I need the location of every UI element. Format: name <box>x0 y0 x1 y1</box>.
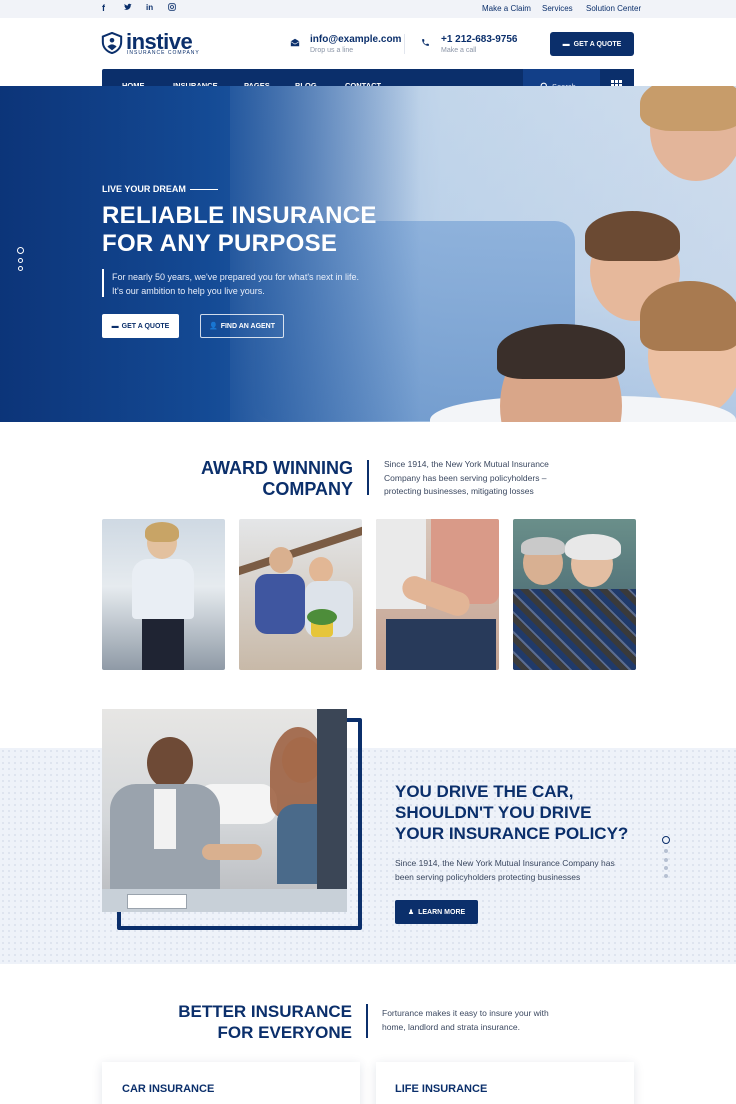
learn-more-label: LEARN MORE <box>418 908 466 916</box>
life-insurance-card[interactable]: LIFE INSURANCE <box>376 1062 634 1104</box>
photo-businesswoman[interactable] <box>102 519 225 670</box>
better-text: Forturance makes it easy to insure your … <box>382 1008 549 1032</box>
solution-center-link[interactable]: Solution Center <box>586 4 641 13</box>
better-title: BETTER INSURANCE FOR EVERYONE <box>178 1002 352 1042</box>
side-nav-dot-3[interactable] <box>664 858 668 862</box>
get-quote-button[interactable]: ▬ GET A QUOTE <box>550 32 634 56</box>
photo-handshake[interactable] <box>376 519 499 670</box>
drive-text: Since 1914, the New York Mutual Insuranc… <box>395 858 615 882</box>
services-link[interactable]: Services <box>542 4 573 13</box>
photo-family-house[interactable] <box>239 519 362 670</box>
learn-more-button[interactable]: ♟ LEARN MORE <box>395 900 478 924</box>
hero-title: RELIABLE INSURANCE FOR ANY PURPOSE <box>102 202 377 257</box>
logo-subtitle: INSURANCE COMPANY <box>127 50 200 56</box>
phone-number[interactable]: +1 212-683-9756 <box>441 34 517 45</box>
card-title: LIFE INSURANCE <box>395 1083 488 1095</box>
quote-icon: ▬ <box>111 322 119 330</box>
quote-icon: ▬ <box>562 40 570 48</box>
car-insurance-card[interactable]: CAR INSURANCE <box>102 1062 360 1104</box>
award-text: Since 1914, the New York Mutual Insuranc… <box>384 459 549 496</box>
bell-icon: ♟ <box>407 909 415 916</box>
twitter-icon[interactable] <box>124 3 132 13</box>
photo-car-dealer-handshake[interactable] <box>102 709 347 912</box>
hero-get-quote-label: GET A QUOTE <box>121 322 170 330</box>
hero-description: For nearly 50 years, we've prepared you … <box>112 272 360 296</box>
make-claim-link[interactable]: Make a Claim <box>482 4 531 13</box>
award-title: AWARD WINNING COMPANY <box>201 458 353 499</box>
side-nav-dot-2[interactable] <box>664 849 668 853</box>
hero-desc-bar <box>102 269 104 297</box>
user-icon: 👤 <box>208 323 218 330</box>
eyebrow-divider <box>190 189 218 190</box>
find-agent-button[interactable]: 👤 FIND AN AGENT <box>200 314 284 338</box>
drive-title: YOU DRIVE THE CAR, SHOULDN'T YOU DRIVE Y… <box>395 782 629 843</box>
facebook-icon[interactable]: f <box>102 3 105 13</box>
side-nav-dot-4[interactable] <box>664 866 668 870</box>
side-nav-dot-5[interactable] <box>664 874 668 878</box>
header-divider <box>404 34 405 54</box>
side-nav-dot-1[interactable] <box>662 836 670 844</box>
find-agent-label: FIND AN AGENT <box>220 322 276 330</box>
slider-dot-1[interactable] <box>17 247 24 254</box>
hero-get-quote-button[interactable]: ▬ GET A QUOTE <box>102 314 179 338</box>
card-title: CAR INSURANCE <box>122 1083 215 1095</box>
photo-elderly-couple[interactable] <box>513 519 636 670</box>
slider-dot-2[interactable] <box>18 258 23 263</box>
linkedin-icon[interactable]: in <box>146 3 153 12</box>
hero-eyebrow: LIVE YOUR DREAM <box>102 184 186 194</box>
email-caption: Drop us a line <box>310 47 354 54</box>
slider-dot-3[interactable] <box>18 266 23 271</box>
get-quote-label: GET A QUOTE <box>573 40 622 48</box>
better-divider <box>366 1004 368 1038</box>
instagram-icon[interactable] <box>168 3 176 13</box>
email-address[interactable]: info@example.com <box>310 34 401 45</box>
mail-icon <box>290 38 300 47</box>
logo-shield-icon[interactable] <box>101 32 123 54</box>
phone-icon <box>422 39 429 46</box>
phone-caption: Make a call <box>441 47 477 54</box>
award-divider <box>367 460 369 495</box>
